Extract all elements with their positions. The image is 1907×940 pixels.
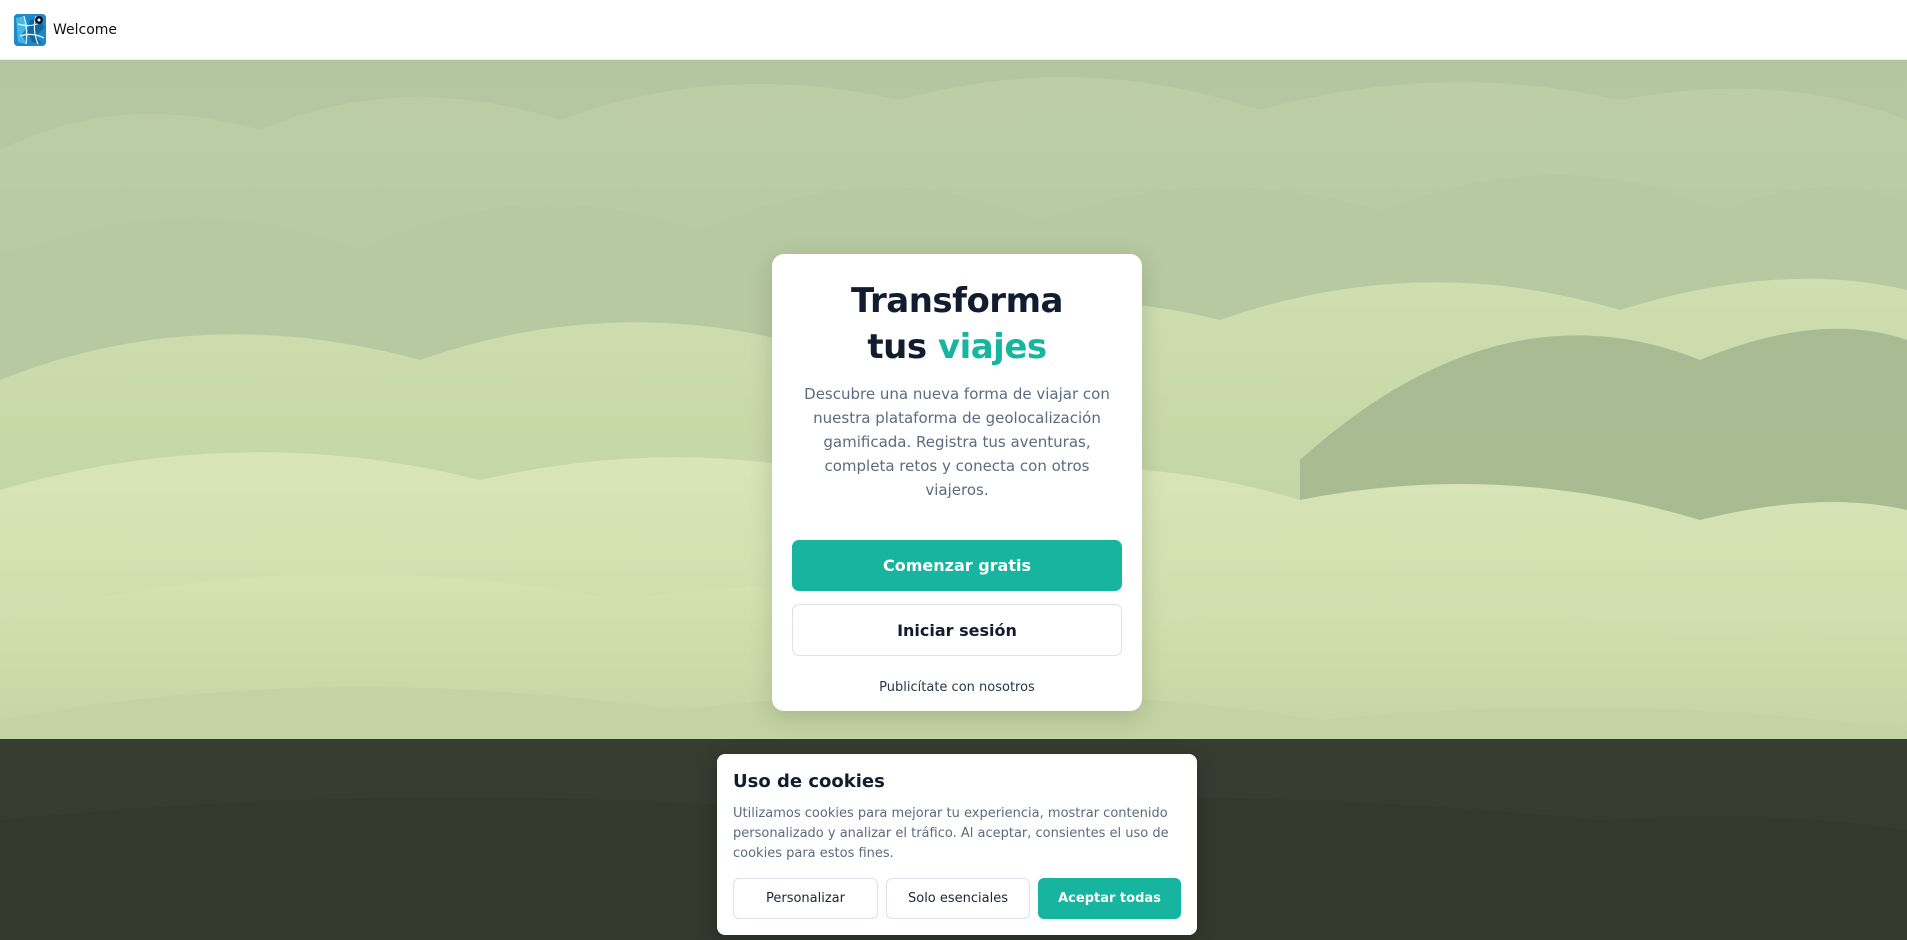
cookie-title: Uso de cookies (733, 771, 885, 792)
advertise-link[interactable]: Publicítate con nosotros (879, 680, 1035, 695)
app-title: Welcome (53, 21, 118, 38)
start-free-button[interactable]: Comenzar gratis (792, 540, 1122, 591)
headline-line1: Transforma (851, 281, 1063, 321)
essential-cookies-button[interactable]: Solo esenciales (886, 878, 1030, 919)
customize-cookies-button[interactable]: Personalizar (733, 878, 878, 919)
top-bar: Welcome (0, 0, 1907, 60)
accept-all-cookies-button[interactable]: Aceptar todas (1038, 878, 1181, 919)
travel-map-logo-icon[interactable] (14, 13, 46, 46)
cookie-actions: Personalizar Solo esenciales Aceptar tod… (733, 878, 1181, 919)
cookie-text: Utilizamos cookies para mejorar tu exper… (733, 806, 1169, 861)
hero-description: Descubre una nueva forma de viajar con n… (804, 385, 1110, 499)
hero-headline: Transforma tus viajes (792, 278, 1122, 370)
headline-accent: viajes (937, 327, 1047, 367)
headline-line2-start: tus (867, 327, 927, 367)
login-button[interactable]: Iniciar sesión (792, 604, 1122, 656)
cookie-banner: Uso de cookies Utilizamos cookies para m… (717, 754, 1197, 935)
welcome-card: Transforma tus viajes Descubre una nueva… (772, 254, 1142, 711)
